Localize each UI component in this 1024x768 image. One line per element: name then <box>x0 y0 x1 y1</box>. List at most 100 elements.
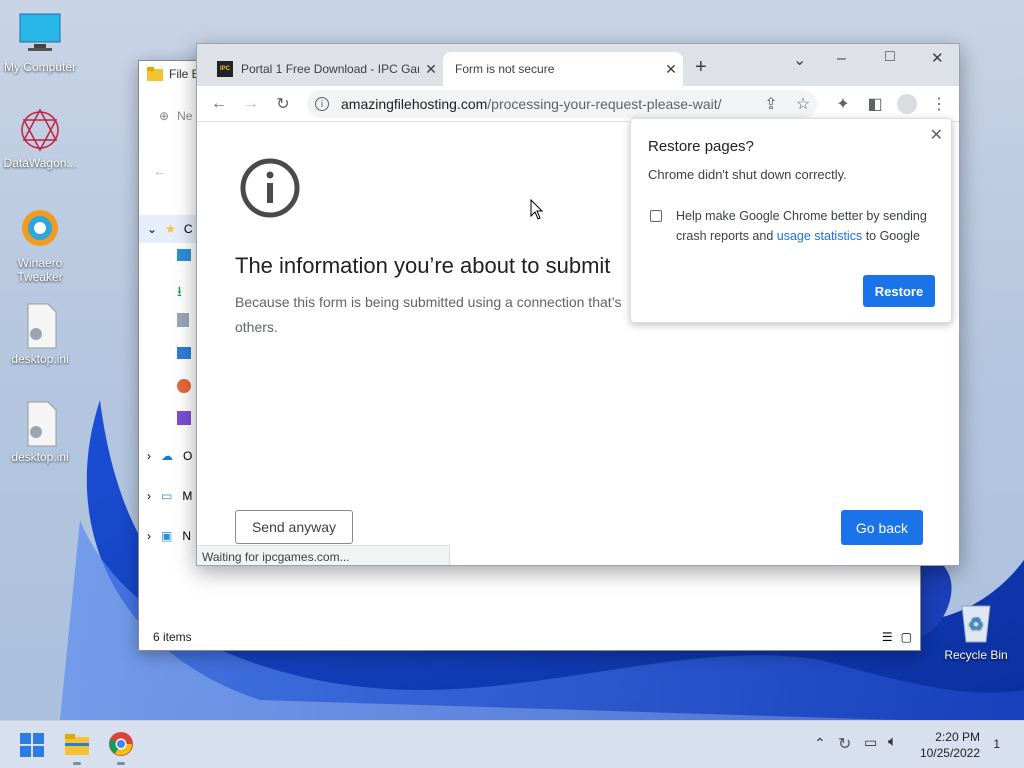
tab-search-button[interactable]: ⌄ <box>793 50 806 70</box>
tray-volume-icon[interactable]: 🔈︎ <box>888 733 897 750</box>
desktop-icon-label: DataWagon... <box>3 156 77 170</box>
winaero-icon <box>16 206 64 254</box>
minimize-button[interactable]: – <box>837 50 846 68</box>
tab-title: Form is not secure <box>455 62 555 76</box>
file-explorer-taskbar-icon[interactable] <box>64 731 90 765</box>
chevron-down-icon: ⌄ <box>147 222 158 236</box>
folder-icon <box>147 67 163 81</box>
network-icon: ▣ <box>161 529 173 543</box>
tab-close-icon[interactable]: ✕ <box>659 61 683 78</box>
desktop-icon-label: desktop.ini <box>11 450 69 464</box>
view-toggles: ☰ ▢ <box>882 630 912 644</box>
maximize-button[interactable]: □ <box>885 48 895 66</box>
reload-button[interactable]: ↻ <box>271 92 295 116</box>
picture-icon[interactable] <box>177 347 191 359</box>
nav-pane: ⌄ ★ C ⭳ › ☁ O › ▭ M › ▣ N <box>139 209 197 549</box>
tray-time: 2:20 PM <box>935 730 980 744</box>
monitor-icon <box>16 10 64 58</box>
url-path: /processing-your-request-please-wait/ <box>487 96 722 112</box>
chevron-right-icon: › <box>147 529 151 543</box>
datawagon-icon <box>16 106 64 154</box>
monitor-icon: ▭ <box>161 489 173 503</box>
extensions-icon[interactable]: ✦ <box>831 92 855 116</box>
start-button[interactable] <box>20 733 44 757</box>
desktop-icon-recycle-bin[interactable]: ♻ Recycle Bin <box>936 598 1016 662</box>
omnibox[interactable]: i amazingfilehosting.com/processing-your… <box>307 90 817 118</box>
tray-clock[interactable]: 2:20 PM 10/25/2022 <box>920 729 980 761</box>
nav-item-this-pc[interactable]: › ▭ M <box>147 489 192 503</box>
tab-ipc-games[interactable]: IPC Portal 1 Free Download - IPC Gam ✕ <box>207 52 443 86</box>
tray-network-icon[interactable]: ▭ <box>864 734 877 751</box>
taskbar: ⌃ ↻ ▭ 🔈︎ 2:20 PM 10/25/2022 1 <box>0 720 1024 768</box>
svg-text:♻: ♻ <box>968 614 984 634</box>
send-anyway-button[interactable]: Send anyway <box>235 510 353 544</box>
desktop-icon-label: Winaero Tweaker <box>17 256 63 284</box>
chevron-right-icon: › <box>147 449 151 463</box>
star-icon: ★ <box>165 222 176 236</box>
details-view-icon[interactable]: ☰ <box>882 630 893 644</box>
mouse-cursor-icon <box>530 199 544 220</box>
status-bubble: Waiting for ipcgames.com... <box>197 545 450 565</box>
desktop-icon-desktop-ini-2[interactable]: desktop.ini <box>0 400 80 464</box>
crash-report-label: Help make Google Chrome better by sendin… <box>676 209 927 243</box>
settings-file-icon <box>16 302 64 350</box>
close-window-button[interactable]: ✕ <box>931 49 944 67</box>
side-panel-icon[interactable]: ◧ <box>863 92 887 116</box>
recycle-bin-icon: ♻ <box>952 598 1000 646</box>
chrome-taskbar-icon[interactable] <box>108 731 134 765</box>
music-icon[interactable] <box>177 379 191 393</box>
download-icon[interactable]: ⭳ <box>177 281 182 305</box>
info-icon[interactable]: i <box>315 97 329 111</box>
url-host: amazingfilehosting.com <box>341 96 488 112</box>
nav-item-network[interactable]: › ▣ N <box>147 529 191 543</box>
restore-button[interactable]: Restore <box>863 275 935 307</box>
desktop-icon-winaero[interactable]: Winaero Tweaker <box>0 206 80 284</box>
desktop-icon-my-computer[interactable]: My Computer <box>0 10 80 74</box>
cloud-icon: ☁ <box>161 449 173 463</box>
settings-file-icon <box>16 400 64 448</box>
restore-pages-dialog: ✕ Restore pages? Chrome didn't shut down… <box>630 118 952 323</box>
nav-item-quick-access[interactable]: ⌄ ★ C <box>139 215 197 243</box>
warning-description: Because this form is being submitted usi… <box>235 294 622 335</box>
info-circle-icon <box>240 158 300 218</box>
notification-count[interactable]: 1 <box>993 737 1000 751</box>
restore-title: Restore pages? <box>648 138 754 155</box>
explorer-status: 6 items <box>153 630 192 644</box>
desktop-icon-label: Recycle Bin <box>944 648 1008 662</box>
crash-report-checkbox[interactable] <box>650 210 662 222</box>
tab-strip: IPC Portal 1 Free Download - IPC Gam ✕ F… <box>197 44 959 86</box>
back-button[interactable]: ← <box>207 92 231 116</box>
new-button[interactable]: ⊕ Ne <box>159 109 192 123</box>
usage-statistics-link[interactable]: usage statistics <box>777 229 862 243</box>
desktop-icon-label: My Computer <box>3 60 77 74</box>
chevron-right-icon: › <box>147 489 151 503</box>
restore-subtitle: Chrome didn't shut down correctly. <box>648 167 847 182</box>
desktop-icon-label: desktop.ini <box>11 352 69 366</box>
new-tab-button[interactable]: + <box>695 56 707 79</box>
share-icon[interactable]: ⇪ <box>759 92 783 116</box>
nav-item-onedrive[interactable]: › ☁ O <box>147 449 192 463</box>
toolbar: ← → ↻ i amazingfilehosting.com/processin… <box>197 86 959 122</box>
video-icon[interactable] <box>177 411 191 425</box>
warning-title: The information you’re about to submit <box>235 253 611 278</box>
tab-close-icon[interactable]: ✕ <box>419 61 443 78</box>
tiles-view-icon[interactable]: ▢ <box>901 630 912 644</box>
tab-title: Portal 1 Free Download - IPC Gam <box>241 62 419 76</box>
document-icon[interactable] <box>177 313 189 327</box>
forward-button[interactable]: → <box>239 92 263 116</box>
menu-kebab-icon[interactable]: ⋮ <box>927 92 951 116</box>
tray-chevron-up-icon[interactable]: ⌃ <box>814 735 826 752</box>
desktop-icon-datawagon[interactable]: DataWagon... <box>0 106 80 170</box>
go-back-button[interactable]: Go back <box>841 510 923 545</box>
back-arrow-icon[interactable]: ← <box>153 163 167 179</box>
bookmark-star-icon[interactable]: ☆ <box>791 92 815 116</box>
plus-icon: ⊕ <box>159 109 170 123</box>
close-icon[interactable]: ✕ <box>930 125 943 145</box>
tray-update-icon[interactable]: ↻ <box>838 734 851 754</box>
ipc-favicon-icon: IPC <box>217 61 233 77</box>
tab-form-not-secure[interactable]: Form is not secure ✕ <box>443 52 683 86</box>
desktop-icon-desktop-ini-1[interactable]: desktop.ini <box>0 302 80 366</box>
tray-date: 10/25/2022 <box>919 746 980 760</box>
nav-subitem-desktop[interactable] <box>177 249 191 261</box>
profile-avatar-icon[interactable] <box>895 92 919 116</box>
